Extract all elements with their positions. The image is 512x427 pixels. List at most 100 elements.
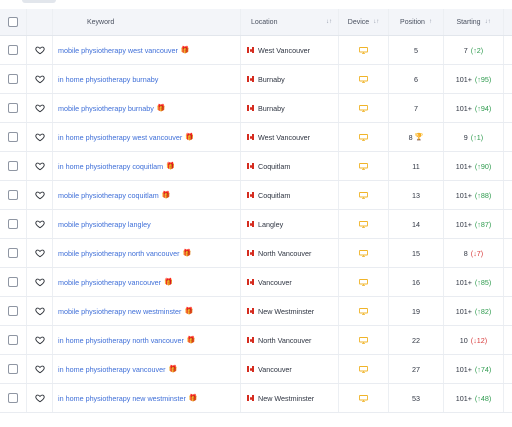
starting-header[interactable]: Starting ↓↑ xyxy=(444,9,504,35)
position-cell: 19 xyxy=(389,297,444,325)
position-header[interactable]: Position ↑ xyxy=(389,9,444,35)
starting-value: 101+ xyxy=(455,190,472,200)
keyword-link[interactable]: mobile physiotherapy north vancouver xyxy=(58,249,179,258)
device-cell xyxy=(339,181,389,209)
row-checkbox[interactable] xyxy=(8,103,18,113)
starting-value: 101+ xyxy=(455,277,472,287)
heart-icon[interactable] xyxy=(34,219,45,229)
starting-cell: 101+ (↑85) xyxy=(444,268,504,296)
position-value: 14 xyxy=(412,219,420,229)
keyword-link[interactable]: mobile physiotherapy langley xyxy=(58,220,151,229)
device-cell xyxy=(339,152,389,180)
heart-icon[interactable] xyxy=(34,103,45,113)
row-select-cell xyxy=(0,181,27,209)
row-select-cell xyxy=(0,355,27,383)
location-text: New Westminster xyxy=(258,393,315,403)
position-value: 13 xyxy=(412,190,420,200)
heart-icon[interactable] xyxy=(34,306,45,316)
favorite-cell xyxy=(27,210,53,238)
canada-flag-icon xyxy=(247,366,254,372)
heart-icon[interactable] xyxy=(34,132,45,142)
device-cell xyxy=(339,384,389,412)
table-row: in home physiotherapy coquitlam 🎁 Coquitla… xyxy=(0,152,512,181)
keyword-link[interactable]: mobile physiotherapy coquitlam xyxy=(58,191,159,200)
position-cell: 6 xyxy=(389,65,444,93)
keyword-link[interactable]: mobile physiotherapy new westminster xyxy=(58,307,181,316)
heart-icon[interactable] xyxy=(34,335,45,345)
row-select-cell xyxy=(0,239,27,267)
keyword-link[interactable]: in home physiotherapy north vancouver xyxy=(58,336,184,345)
favorite-cell xyxy=(27,239,53,267)
row-checkbox[interactable] xyxy=(8,219,18,229)
sort-icon[interactable]: ↓↑ xyxy=(326,19,332,25)
row-checkbox[interactable] xyxy=(8,364,18,374)
row-checkbox[interactable] xyxy=(8,393,18,403)
keyword-link[interactable]: mobile physiotherapy burnaby xyxy=(58,104,154,113)
gift-icon: 🎁 xyxy=(166,163,175,170)
table-row: mobile physiotherapy north vancouver 🎁 Nor… xyxy=(0,239,512,268)
gift-icon: 🎁 xyxy=(185,134,194,141)
location-cell: Coquitlam xyxy=(241,181,339,209)
position-value: 11 xyxy=(412,161,420,171)
location-cell: West Vancouver xyxy=(241,36,339,64)
keyword-link[interactable]: in home physiotherapy new westminster xyxy=(58,394,186,403)
sort-icon[interactable]: ↓↑ xyxy=(373,19,379,25)
location-cell: Langley xyxy=(241,210,339,238)
device-header[interactable]: Device ↓↑ xyxy=(339,9,389,35)
row-checkbox[interactable] xyxy=(8,248,18,258)
row-checkbox[interactable] xyxy=(8,306,18,316)
location-text: Burnaby xyxy=(258,74,285,84)
keyword-link[interactable]: in home physiotherapy west vancouver xyxy=(58,133,182,142)
row-select-cell xyxy=(0,384,27,412)
heart-icon[interactable] xyxy=(34,393,45,403)
row-select-cell xyxy=(0,210,27,238)
position-value: 19 xyxy=(412,306,420,316)
starting-value: 101+ xyxy=(455,393,472,403)
row-checkbox[interactable] xyxy=(8,74,18,84)
trophy-icon: 🏆 xyxy=(414,134,424,141)
row-checkbox[interactable] xyxy=(8,161,18,171)
device-cell xyxy=(339,36,389,64)
heart-icon[interactable] xyxy=(34,364,45,374)
heart-icon[interactable] xyxy=(34,190,45,200)
keyword-link[interactable]: mobile physiotherapy vancouver xyxy=(58,278,161,287)
row-checkbox[interactable] xyxy=(8,132,18,142)
keyword-link[interactable]: in home physiotherapy coquitlam xyxy=(58,162,163,171)
sort-up-icon[interactable]: ↑ xyxy=(429,19,432,25)
heart-icon[interactable] xyxy=(34,74,45,84)
heart-icon[interactable] xyxy=(34,277,45,287)
position-value: 15 xyxy=(412,248,420,258)
row-checkbox[interactable] xyxy=(8,335,18,345)
starting-value: 10 xyxy=(459,335,468,345)
row-tail xyxy=(504,297,512,325)
location-text: Vancouver xyxy=(258,277,292,287)
row-tail xyxy=(504,65,512,93)
location-cell: Vancouver xyxy=(241,355,339,383)
rank-change: (↑48) xyxy=(474,393,492,403)
favorite-cell xyxy=(27,181,53,209)
location-text: North Vancouver xyxy=(258,335,312,345)
heart-icon[interactable] xyxy=(34,248,45,258)
row-tail xyxy=(504,94,512,122)
keyword-link[interactable]: in home physiotherapy vancouver xyxy=(58,365,165,374)
sort-icon[interactable]: ↓↑ xyxy=(485,19,491,25)
location-header[interactable]: Location ↓↑ xyxy=(241,9,339,35)
keyword-link[interactable]: in home physiotherapy burnaby xyxy=(58,75,158,84)
canada-flag-icon xyxy=(247,221,254,227)
keyword-cell: mobile physiotherapy burnaby 🎁 xyxy=(53,94,241,122)
row-checkbox[interactable] xyxy=(8,45,18,55)
heart-icon[interactable] xyxy=(34,161,45,171)
rank-change: (↑74) xyxy=(474,364,492,374)
desktop-monitor-icon xyxy=(359,191,368,199)
heart-icon[interactable] xyxy=(34,45,45,55)
keyword-header[interactable]: Keyword xyxy=(53,9,241,35)
keyword-link[interactable]: mobile physiotherapy west vancouver xyxy=(58,46,178,55)
row-checkbox[interactable] xyxy=(8,190,18,200)
gift-icon: 🎁 xyxy=(161,192,171,199)
canada-flag-icon xyxy=(247,337,254,343)
canada-flag-icon xyxy=(247,308,254,314)
row-checkbox[interactable] xyxy=(8,277,18,287)
gift-icon: 🎁 xyxy=(156,105,166,112)
select-all-checkbox[interactable] xyxy=(8,17,18,27)
device-cell xyxy=(339,239,389,267)
